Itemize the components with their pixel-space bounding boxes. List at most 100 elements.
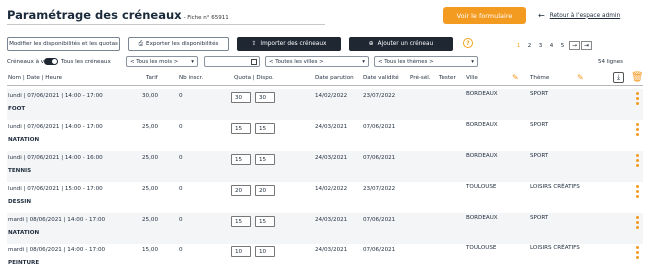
- dispo-input[interactable]: 20: [255, 185, 275, 196]
- slot-tarif: 15,00: [142, 247, 159, 253]
- page-subtitle: - Fiche n° 65911: [183, 15, 229, 21]
- import-slots-button[interactable]: ⇪ Importer des créneaux: [237, 37, 341, 51]
- kebab-dot: [635, 133, 639, 136]
- last-page-button[interactable]: ⇥: [581, 41, 592, 50]
- table-row: lundi | 07/06/2021 | 14:00 - 16:00 TENNIS…: [7, 151, 643, 182]
- kebab-dot: [635, 159, 639, 162]
- trash-icon[interactable]: 🗑: [631, 72, 644, 83]
- slot-datetime: lundi | 07/06/2021 | 14:00 - 17:00: [8, 124, 103, 130]
- quota-input[interactable]: 10: [231, 246, 251, 257]
- row-count: 54 lignes: [598, 59, 624, 65]
- row-menu-kebab-icon[interactable]: [635, 185, 639, 198]
- kebab-dot: [635, 154, 639, 157]
- month-select-value: < Tous les mois >: [130, 58, 179, 65]
- slot-name: FOOT: [8, 106, 26, 112]
- slot-datetime: lundi | 07/06/2021 | 14:00 - 16:00: [8, 155, 103, 161]
- col-quota-header[interactable]: Quota | Dispo.: [234, 75, 274, 81]
- kebab-dot: [635, 221, 639, 224]
- slot-datetime: mardi | 08/06/2021 | 14:00 - 17:00: [8, 217, 106, 223]
- col-ville-header[interactable]: Ville: [466, 75, 478, 81]
- dispo-input[interactable]: 15: [255, 216, 275, 227]
- row-menu-kebab-icon[interactable]: [635, 123, 639, 136]
- col-presel-header[interactable]: Pré-sél.: [410, 75, 431, 81]
- chevron-down-icon: ▾: [191, 58, 194, 65]
- col-validite-header[interactable]: Date validité: [363, 75, 399, 81]
- quota-input[interactable]: 30: [231, 92, 251, 103]
- dispo-input[interactable]: 30: [255, 92, 275, 103]
- slot-validite: 07/06/2021: [363, 247, 396, 253]
- slot-ville: BORDEAUX: [466, 215, 498, 221]
- kebab-dot: [635, 251, 639, 254]
- slot-theme: LOISIRS CRÉATIFS: [530, 184, 580, 190]
- slot-validite: 23/07/2022: [363, 93, 396, 99]
- theme-select[interactable]: < Tous les thèmes > ▾: [374, 56, 478, 67]
- page-5-link[interactable]: 5: [557, 43, 568, 49]
- month-select[interactable]: < Tous les mois > ▾: [126, 56, 198, 67]
- chevron-down-icon: ▾: [362, 58, 365, 65]
- view-form-button[interactable]: Voir le formulaire: [443, 7, 526, 24]
- col-parution-header[interactable]: Date parution: [315, 75, 354, 81]
- kebab-dot: [635, 92, 639, 95]
- slot-tarif: 25,00: [142, 186, 159, 192]
- calendar-icon[interactable]: [251, 59, 257, 65]
- slot-parution: 24/03/2021: [315, 247, 348, 253]
- import-label: Importer des créneaux: [260, 41, 327, 47]
- download-icon[interactable]: ⤓: [613, 72, 624, 83]
- row-menu-kebab-icon[interactable]: [635, 154, 639, 167]
- col-tarif-header[interactable]: Tarif: [146, 75, 158, 81]
- add-icon: ⊕: [368, 41, 374, 47]
- quota-input[interactable]: 20: [231, 185, 251, 196]
- slot-validite: 23/07/2022: [363, 186, 396, 192]
- modify-availability-button[interactable]: Modifier les disponibilités et les quota…: [7, 37, 120, 51]
- page-1-link[interactable]: 1: [513, 43, 524, 49]
- slot-inscr: 0: [179, 93, 183, 99]
- city-select[interactable]: < Toutes les villes > ▾: [265, 56, 369, 67]
- slot-tarif: 30,00: [142, 93, 159, 99]
- edit-city-pencil-icon[interactable]: ✎: [512, 74, 520, 82]
- slot-validite: 07/06/2021: [363, 155, 396, 161]
- col-tester-header[interactable]: Tester: [439, 75, 456, 81]
- col-inscr-header[interactable]: Nb inscr.: [179, 75, 203, 81]
- slot-name: TENNIS: [8, 168, 32, 174]
- title-divider: [7, 24, 325, 25]
- table-row: lundi | 07/06/2021 | 14:00 - 17:00 NATATI…: [7, 120, 643, 151]
- row-menu-kebab-icon[interactable]: [635, 246, 639, 259]
- row-menu-kebab-icon[interactable]: [635, 216, 639, 229]
- quota-input[interactable]: 15: [231, 216, 251, 227]
- page-3-link[interactable]: 3: [535, 43, 546, 49]
- dispo-input[interactable]: 10: [255, 246, 275, 257]
- add-slot-button[interactable]: ⊕ Ajouter un créneau: [349, 37, 453, 51]
- slot-datetime: mardi | 08/06/2021 | 14:00 - 17:00: [8, 247, 106, 253]
- next-page-button[interactable]: →: [569, 41, 580, 50]
- quota-input[interactable]: 15: [231, 123, 251, 134]
- table-row: lundi | 07/06/2021 | 15:00 - 17:00 DESSIN…: [7, 182, 643, 213]
- export-label: Exporter les disponibilités: [146, 41, 219, 47]
- date-input[interactable]: [204, 56, 260, 67]
- slot-inscr: 0: [179, 186, 183, 192]
- row-menu-kebab-icon[interactable]: [635, 92, 639, 105]
- help-icon[interactable]: ?: [463, 38, 473, 48]
- page-4-link[interactable]: 4: [546, 43, 557, 49]
- back-to-admin-link[interactable]: ← Retour à l’espace admin: [538, 11, 620, 20]
- slot-theme: LOISIRS CRÉATIFS: [530, 245, 580, 251]
- page-title: Paramétrage des créneaux - Fiche n° 65911: [7, 8, 229, 22]
- slots-toggle[interactable]: [44, 58, 58, 65]
- col-name-header[interactable]: Nom | Date | Heure: [8, 75, 62, 81]
- dispo-input[interactable]: 15: [255, 154, 275, 165]
- edit-theme-pencil-icon[interactable]: ✎: [577, 74, 585, 82]
- slot-theme: SPORT: [530, 215, 549, 221]
- all-slots-label[interactable]: Tous les créneaux: [61, 59, 111, 65]
- col-theme-header[interactable]: Thème: [530, 75, 549, 81]
- modify-availability-label: Modifier les disponibilités et les quota…: [9, 41, 118, 47]
- kebab-dot: [635, 190, 639, 193]
- page-2-link[interactable]: 2: [524, 43, 535, 49]
- quota-input[interactable]: 15: [231, 154, 251, 165]
- slot-inscr: 0: [179, 155, 183, 161]
- dispo-input[interactable]: 15: [255, 123, 275, 134]
- table-row: mardi | 08/06/2021 | 14:00 - 17:00 NATATI…: [7, 213, 643, 244]
- kebab-dot: [635, 216, 639, 219]
- export-availability-button[interactable]: ⎙ Exporter les disponibilités: [128, 37, 229, 51]
- kebab-dot: [635, 185, 639, 188]
- slot-parution: 14/02/2022: [315, 93, 348, 99]
- kebab-dot: [635, 128, 639, 131]
